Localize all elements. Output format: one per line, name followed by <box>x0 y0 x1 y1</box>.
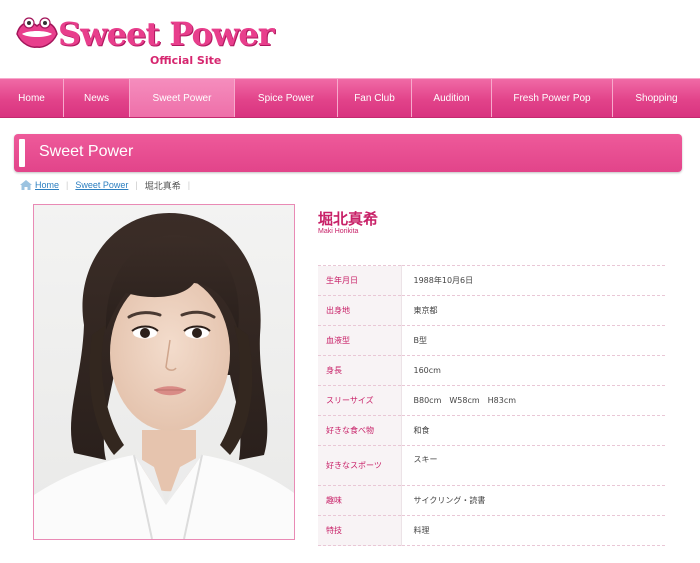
row-label: 身長 <box>318 355 402 386</box>
title-marker <box>19 139 25 167</box>
site-logo[interactable]: Sweet Power Official Site <box>14 12 275 72</box>
row-value: B80cm W58cm H83cm <box>401 385 665 416</box>
row-value: サイクリング・読書 <box>401 485 665 516</box>
nav-spice-power[interactable]: Spice Power <box>235 79 338 117</box>
row-value: 160cm <box>401 355 665 386</box>
row-value: 和食 <box>401 415 665 446</box>
breadcrumb-current: 堀北真希 <box>144 180 181 191</box>
row-label: スリーサイズ <box>318 385 402 416</box>
main-nav: Home News Sweet Power Spice Power Fan Cl… <box>0 78 700 118</box>
row-label: 特技 <box>318 515 402 546</box>
breadcrumb-section-link[interactable]: Sweet Power <box>75 180 128 190</box>
table-row: スリーサイズ B80cm W58cm H83cm <box>318 385 665 416</box>
table-row: 好きな食べ物 和食 <box>318 415 665 446</box>
section-title-bar: Sweet Power <box>14 134 682 172</box>
nav-shopping[interactable]: Shopping <box>613 79 700 117</box>
logo-text: Sweet Power <box>58 15 275 53</box>
row-value: 1988年10月6日 <box>401 265 665 296</box>
table-row: 血液型 B型 <box>318 325 665 356</box>
row-label: 血液型 <box>318 325 402 356</box>
breadcrumb-separator: | <box>187 180 191 190</box>
row-value: スキー <box>401 445 665 486</box>
site-header: Sweet Power Official Site <box>0 0 700 78</box>
nav-fan-club[interactable]: Fan Club <box>338 79 412 117</box>
lips-logo-icon <box>16 17 58 48</box>
row-label: 趣味 <box>318 485 402 516</box>
row-value: 東京都 <box>401 295 665 326</box>
section-title: Sweet Power <box>39 143 134 160</box>
profile-table: 生年月日 1988年10月6日 出身地 東京都 血液型 B型 身長 160cm … <box>318 265 665 546</box>
row-label: 好きな食べ物 <box>318 415 402 446</box>
profile-name: 堀北真希 <box>318 210 379 228</box>
table-row: 特技 料理 <box>318 515 665 546</box>
nav-news[interactable]: News <box>64 79 130 117</box>
profile-name-romaji: Maki Horikita <box>318 228 359 235</box>
breadcrumb-home-link[interactable]: Home <box>35 180 59 190</box>
breadcrumb-separator: | <box>66 180 69 190</box>
row-label: 出身地 <box>318 295 402 326</box>
home-icon <box>20 180 32 190</box>
row-label: 生年月日 <box>318 265 402 296</box>
breadcrumb-separator: | <box>135 180 138 190</box>
nav-fresh-power-pop[interactable]: Fresh Power Pop <box>492 79 613 117</box>
nav-sweet-power[interactable]: Sweet Power <box>130 79 235 117</box>
table-row: 趣味 サイクリング・読書 <box>318 485 665 516</box>
table-row: 出身地 東京都 <box>318 295 665 326</box>
table-row: 生年月日 1988年10月6日 <box>318 265 665 296</box>
row-value: 料理 <box>401 515 665 546</box>
nav-audition[interactable]: Audition <box>412 79 492 117</box>
logo-subtitle: Official Site <box>150 54 222 67</box>
portrait-image <box>34 205 294 539</box>
row-value: B型 <box>401 325 665 356</box>
table-row: 身長 160cm <box>318 355 665 386</box>
table-row: 好きなスポーツ スキー <box>318 445 665 486</box>
profile-photo <box>33 204 295 540</box>
nav-home[interactable]: Home <box>0 79 64 117</box>
row-label: 好きなスポーツ <box>318 445 402 486</box>
breadcrumb: Home | Sweet Power | 堀北真希 | <box>20 178 197 192</box>
